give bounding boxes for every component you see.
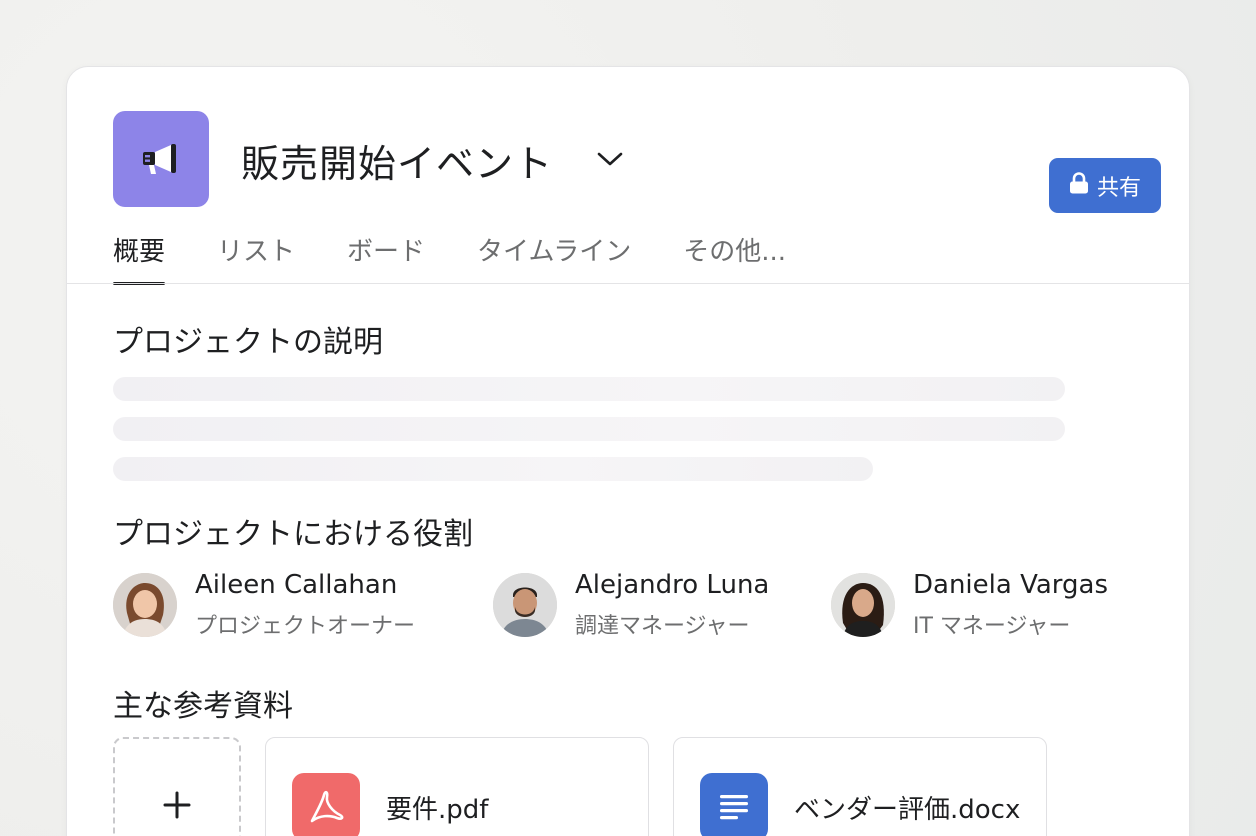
- tab-timeline[interactable]: タイムライン: [477, 227, 631, 285]
- resource-file-vendor-evaluation[interactable]: ベンダー評価.docx: [673, 737, 1047, 836]
- add-resource-button[interactable]: [113, 737, 241, 836]
- member-role: IT マネージャー: [913, 614, 1071, 639]
- document-icon: [700, 773, 768, 836]
- description-placeholder-line[interactable]: [113, 417, 1065, 441]
- description-placeholder-line[interactable]: [113, 377, 1065, 401]
- tab-board[interactable]: ボード: [347, 227, 425, 285]
- member-alejandro-luna[interactable]: Alejandro Luna 調達マネージャー: [493, 570, 769, 640]
- tab-list[interactable]: リスト: [217, 227, 295, 285]
- resources-heading: 主な参考資料: [113, 689, 293, 724]
- member-name: Aileen Callahan: [195, 570, 398, 600]
- member-role: プロジェクトオーナー: [195, 614, 416, 639]
- avatar: [113, 573, 177, 637]
- lock-icon: [1069, 171, 1089, 200]
- share-button[interactable]: 共有: [1049, 158, 1161, 213]
- tab-divider: [67, 283, 1189, 284]
- avatar: [493, 573, 557, 637]
- member-daniela-vargas[interactable]: Daniela Vargas IT マネージャー: [831, 570, 1108, 640]
- project-card: 販売開始イベント 共有 概要 リスト ボード タイムライン その他... プロジ…: [66, 66, 1190, 836]
- resource-file-requirements[interactable]: 要件.pdf: [265, 737, 649, 836]
- project-title: 販売開始イベント: [241, 142, 554, 186]
- pdf-icon: [292, 773, 360, 836]
- tab-overview[interactable]: 概要: [113, 227, 166, 285]
- plus-icon: [163, 791, 191, 823]
- member-name: Alejandro Luna: [575, 570, 770, 600]
- tab-bar: 概要 リスト ボード タイムライン その他...: [113, 227, 838, 285]
- share-button-label: 共有: [1096, 175, 1141, 201]
- roles-heading: プロジェクトにおける役割: [113, 517, 473, 552]
- chevron-down-icon[interactable]: [595, 147, 625, 171]
- avatar: [831, 573, 895, 637]
- file-name: 要件.pdf: [386, 794, 489, 825]
- tab-more[interactable]: その他...: [683, 227, 786, 285]
- member-role: 調達マネージャー: [575, 614, 750, 639]
- member-name: Daniela Vargas: [913, 570, 1108, 600]
- member-aileen-callahan[interactable]: Aileen Callahan プロジェクトオーナー: [113, 570, 415, 640]
- megaphone-icon: [113, 111, 209, 207]
- description-heading: プロジェクトの説明: [113, 325, 383, 360]
- file-name: ベンダー評価.docx: [794, 794, 1021, 825]
- description-placeholder-line[interactable]: [113, 457, 873, 481]
